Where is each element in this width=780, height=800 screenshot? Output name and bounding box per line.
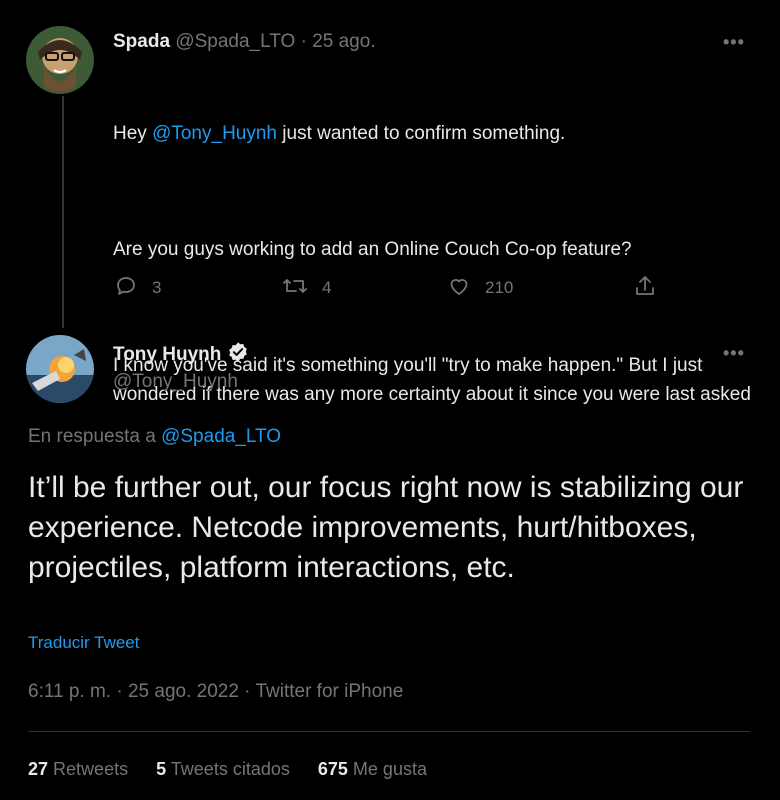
tweet2-author-handle[interactable]: @Tony_Huynh [113,371,238,393]
likes-stat[interactable]: 675 Me gusta [318,759,427,780]
like-button[interactable]: 210 [447,275,513,301]
tweet2-timestamp-source[interactable]: 6:11 p. m. · 25 ago. 2022 · Twitter for … [28,681,403,703]
tweet1-author-name[interactable]: Spada [113,31,170,52]
tweet2-author-name[interactable]: Tony Huynh [113,344,221,366]
tweet1-text: Hey [113,123,153,144]
like-count: 210 [485,278,514,297]
engagement-stats: 27 Retweets 5 Tweets citados 675 Me gust… [28,759,427,780]
tweet1-author-handle[interactable]: @Spada_LTO [175,31,295,52]
reply-button[interactable]: 3 [114,275,161,301]
tweet1-paragraph-2: Are you guys working to add an Online Co… [113,239,632,260]
retweet-icon [282,274,308,303]
quotes-count: 5 [156,759,167,779]
divider [28,731,750,732]
tweet1-header: Spada @Spada_LTO · 25 ago. [113,31,376,53]
reply-context: En respuesta a @Spada_LTO [28,426,281,448]
tweet1-paragraph-1: Hey @Tony_Huynh just wanted to confirm s… [113,119,753,148]
reply-icon [114,274,138,303]
reply-prefix: En respuesta a [28,426,162,447]
mention-spada-lto[interactable]: @Spada_LTO [161,426,281,447]
share-icon [633,274,657,303]
tweet2-body: It’ll be further out, our focus right no… [28,471,744,584]
tweet2-author[interactable]: Tony Huynh [113,341,249,369]
avatar-spada[interactable] [26,26,94,94]
verified-badge-icon [227,341,249,369]
mention-tony-huynh[interactable]: @Tony_Huynh [152,123,277,144]
avatar-tony-huynh[interactable] [26,335,94,403]
retweets-label: Retweets [53,759,129,779]
tweet1-separator: · [300,31,307,52]
retweet-button[interactable]: 4 [282,275,331,301]
tweet1-text: just wanted to confirm something. [277,123,566,144]
retweet-count: 4 [322,278,332,297]
quotes-label: Tweets citados [170,759,290,779]
tweet2-more-options-button[interactable]: ••• [723,343,745,364]
heart-icon [447,274,471,303]
thread-connector-line [62,96,64,328]
share-button[interactable] [633,275,657,301]
likes-label: Me gusta [352,759,427,779]
quotes-stat[interactable]: 5 Tweets citados [156,759,290,780]
translate-tweet-link[interactable]: Traducir Tweet [28,633,140,653]
reply-count: 3 [152,278,162,297]
tweet1-date[interactable]: 25 ago. [312,31,375,52]
likes-count: 675 [317,759,348,779]
tweet1-more-options-button[interactable]: ••• [723,32,745,53]
retweets-stat[interactable]: 27 Retweets [28,759,128,780]
retweets-count: 27 [28,759,49,779]
